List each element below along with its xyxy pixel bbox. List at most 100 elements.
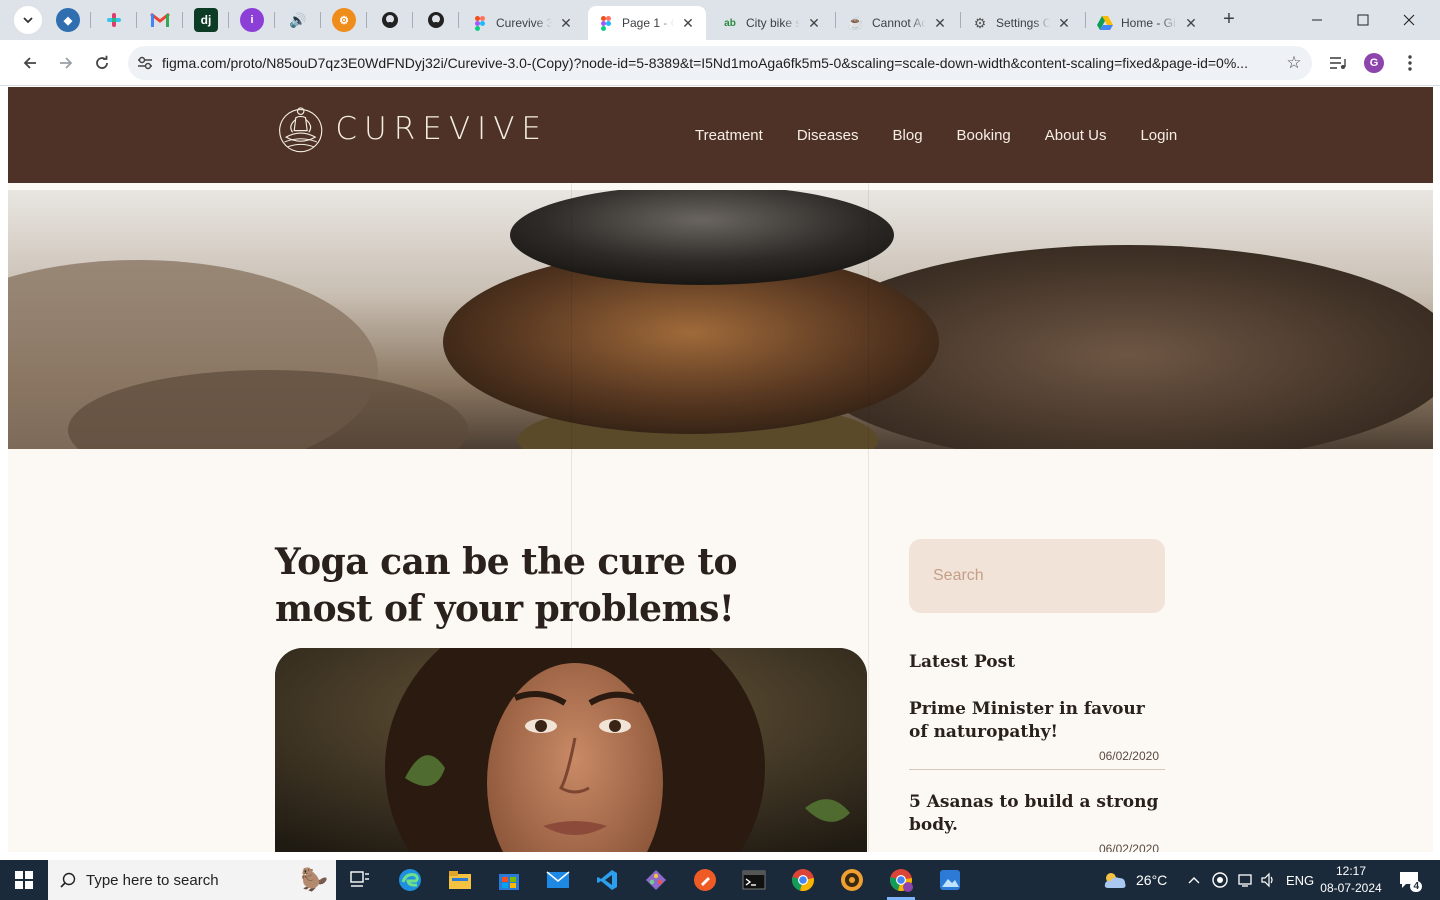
close-tab-icon[interactable]: ✕	[558, 15, 574, 32]
chevron-down-icon	[23, 17, 33, 24]
network-icon[interactable]	[1237, 860, 1253, 900]
browser-menu-button[interactable]	[1396, 49, 1424, 77]
close-icon	[1403, 14, 1415, 26]
layout-guide-line	[868, 183, 869, 852]
pinned-tab-app-icon[interactable]: ◆	[56, 8, 80, 32]
nav-item-treatment[interactable]: Treatment	[695, 127, 763, 144]
maximize-icon	[1357, 14, 1369, 26]
minimize-button[interactable]	[1294, 0, 1340, 40]
pinned-app-icon[interactable]: i	[240, 8, 264, 32]
github-logo-icon	[382, 12, 398, 28]
windows-logo-icon	[15, 871, 33, 889]
site-info-icon[interactable]	[128, 56, 162, 70]
show-hidden-icons-button[interactable]	[1188, 860, 1200, 900]
git-client-icon[interactable]	[636, 864, 676, 896]
close-tab-icon[interactable]: ✕	[1056, 15, 1072, 32]
tab-separator	[412, 12, 413, 28]
windows-taskbar: Type here to search 🦫 26°C ENG 12:17 08-…	[0, 860, 1440, 900]
tab-separator	[1085, 12, 1086, 28]
hero-image-stacked-stones	[8, 190, 1433, 449]
task-view-icon[interactable]	[340, 864, 380, 896]
search-box	[909, 539, 1165, 613]
edge-icon[interactable]	[390, 864, 430, 896]
url-text[interactable]: figma.com/proto/N85ouD7qz3E0WdFNDyj32i/C…	[162, 55, 1276, 71]
site-logo[interactable]: CUREVIVE	[278, 99, 548, 159]
tab-title: Home - Gi	[1121, 16, 1176, 30]
speaker-icon[interactable]: 🔊	[286, 8, 310, 32]
google-drive-icon	[1097, 15, 1113, 31]
file-explorer-icon[interactable]	[440, 864, 480, 896]
volume-icon[interactable]	[1260, 860, 1276, 900]
notification-center-button[interactable]: 4	[1396, 868, 1422, 892]
tab-separator	[90, 12, 91, 28]
close-tab-icon[interactable]: ✕	[1183, 15, 1199, 32]
browser-toolbar: figma.com/proto/N85ouD7qz3E0WdFNDyj32i/C…	[0, 40, 1440, 86]
browser-tab-active[interactable]: Page 1 - C ✕	[588, 6, 706, 40]
app-icon[interactable]	[832, 864, 872, 896]
reload-icon	[96, 55, 108, 69]
gmail-icon[interactable]	[148, 8, 172, 32]
nav-item-booking[interactable]: Booking	[957, 127, 1011, 144]
close-tab-icon[interactable]: ✕	[932, 15, 948, 32]
start-button[interactable]	[0, 860, 48, 900]
hero-stones-illustration	[8, 190, 1433, 449]
new-tab-button[interactable]: +	[1217, 8, 1241, 32]
vscode-icon[interactable]	[587, 864, 627, 896]
notification-count: 4	[1410, 881, 1422, 892]
post-item[interactable]: 5 Asanas to build a strong body. 06/02/2…	[909, 791, 1165, 852]
nav-item-diseases[interactable]: Diseases	[797, 127, 859, 144]
tab-separator	[182, 12, 183, 28]
back-button[interactable]	[16, 49, 44, 77]
github-icon[interactable]	[378, 8, 402, 32]
close-tab-icon[interactable]: ✕	[806, 15, 822, 32]
browser-tab[interactable]: ⚙ Settings C ✕	[962, 6, 1082, 40]
browser-tab[interactable]: ☕ Cannot Ac ✕	[838, 6, 958, 40]
taskbar-search-box[interactable]: Type here to search 🦫	[48, 860, 336, 900]
woman-portrait-illustration	[275, 648, 867, 852]
django-icon[interactable]: dj	[194, 8, 218, 32]
arrow-right-icon	[60, 57, 73, 69]
bookmark-star-icon[interactable]: ☆	[1276, 53, 1312, 73]
media-control-button[interactable]	[1324, 49, 1352, 77]
nav-item-blog[interactable]: Blog	[893, 127, 923, 144]
terminal-icon[interactable]	[734, 864, 774, 896]
pinned-app-icon[interactable]: ⚙	[332, 8, 356, 32]
close-window-button[interactable]	[1386, 0, 1432, 40]
tab-separator	[835, 12, 836, 28]
language-indicator[interactable]: ENG	[1286, 860, 1314, 900]
slack-icon[interactable]	[102, 8, 126, 32]
postman-icon[interactable]	[685, 864, 725, 896]
post-title[interactable]: 5 Asanas to build a strong body.	[909, 791, 1165, 837]
post-title[interactable]: Prime Minister in favour of naturopathy!	[909, 698, 1165, 744]
reload-button[interactable]	[88, 49, 116, 77]
forward-button[interactable]	[52, 49, 80, 77]
search-input[interactable]	[933, 567, 1140, 585]
tab-title: Page 1 - C	[622, 16, 674, 30]
browser-tab[interactable]: Curevive 3 ✕	[462, 6, 584, 40]
close-tab-icon[interactable]: ✕	[680, 15, 696, 32]
github-icon[interactable]	[424, 8, 448, 32]
browser-tab[interactable]: ab City bike s ✕	[712, 6, 832, 40]
mail-icon[interactable]	[538, 864, 578, 896]
nav-item-about-us[interactable]: About Us	[1045, 127, 1107, 144]
weather-temperature: 26°C	[1136, 872, 1168, 888]
browser-tab[interactable]: Home - Gi ✕	[1087, 6, 1209, 40]
taskbar-clock[interactable]: 12:17 08-07-2024	[1316, 863, 1386, 897]
microsoft-store-icon[interactable]	[489, 864, 529, 896]
search-icon	[60, 872, 76, 888]
search-icon[interactable]	[1140, 565, 1141, 587]
chrome-icon[interactable]	[783, 864, 823, 896]
tray-app-icon[interactable]	[1212, 860, 1228, 900]
tab-search-button[interactable]	[14, 6, 42, 34]
photos-icon[interactable]	[930, 864, 970, 896]
profile-button[interactable]: G	[1360, 49, 1388, 77]
tab-separator	[228, 12, 229, 28]
chrome-profile-icon[interactable]	[881, 864, 921, 900]
maximize-button[interactable]	[1340, 0, 1386, 40]
address-bar[interactable]: figma.com/proto/N85ouD7qz3E0WdFNDyj32i/C…	[128, 46, 1312, 80]
post-item[interactable]: Prime Minister in favour of naturopathy!…	[909, 698, 1165, 770]
slack-logo-icon	[107, 13, 121, 27]
nav-item-login[interactable]: Login	[1140, 127, 1177, 144]
weather-widget[interactable]: 26°C	[1102, 860, 1167, 900]
tab-title: City bike s	[746, 16, 800, 30]
